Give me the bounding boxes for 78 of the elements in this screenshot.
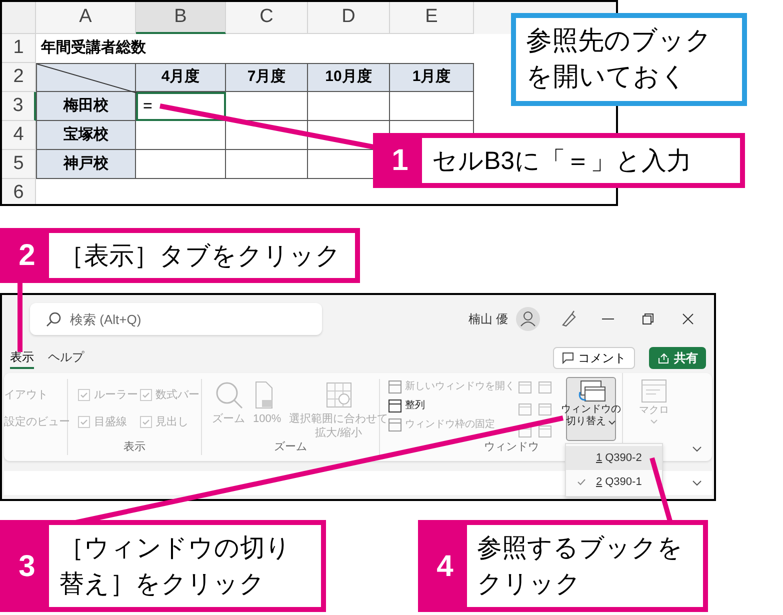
button-label: ズーム [212, 412, 245, 426]
caret-icon [608, 418, 616, 426]
window-icon [388, 398, 402, 412]
group-label: ウィンドウ [484, 440, 539, 454]
column-heading: 10月度 [308, 63, 390, 92]
window-icon [518, 381, 532, 394]
group-label: ズーム [273, 440, 308, 454]
user-name: 楠山 優 [468, 311, 508, 328]
share-button[interactable]: 共有 [649, 347, 706, 369]
row-number[interactable]: 6 [2, 179, 36, 204]
share-icon [657, 352, 670, 364]
close-icon [682, 313, 694, 325]
caret-icon [692, 479, 702, 487]
note-text: 参照先のブックを開いておく [526, 24, 713, 93]
window-icon [538, 381, 552, 394]
step-text: ［表示］タブをクリック [59, 240, 341, 272]
window-icon [538, 425, 552, 438]
comment-icon [562, 352, 574, 364]
active-cell[interactable]: = [136, 92, 226, 121]
button-label: 100% [253, 412, 282, 426]
row-number[interactable]: 3 [2, 92, 36, 121]
minimize-icon [602, 318, 614, 320]
column-header[interactable]: B [136, 2, 226, 34]
table-cell[interactable] [136, 121, 226, 150]
ribbon-tab[interactable]: ヘルプ [48, 347, 84, 369]
step-number: 4 [436, 548, 454, 584]
column-heading: 4月度 [136, 63, 226, 92]
ribbon-tab[interactable]: 表示 [10, 347, 34, 369]
window-icon [538, 403, 552, 416]
pen-icon [560, 310, 578, 328]
step-number: 2 [18, 238, 36, 274]
table-cell[interactable] [308, 92, 390, 121]
row-heading: 神戸校 [36, 150, 136, 179]
window-icon [518, 403, 532, 416]
step-text: 参照するブックをクリック [477, 533, 684, 600]
window-command[interactable]: 整列 [388, 396, 512, 415]
macro-icon [641, 379, 667, 403]
table-cell[interactable] [136, 150, 226, 179]
row-number[interactable]: 1 [2, 34, 36, 63]
avatar-icon [516, 307, 540, 331]
column-header[interactable]: A [36, 2, 136, 34]
restore-icon [642, 313, 654, 325]
step-number: 3 [18, 548, 36, 584]
table-cell[interactable] [226, 121, 308, 150]
caret-icon [650, 418, 658, 425]
column-heading: 1月度 [390, 63, 474, 92]
window-icon [518, 425, 532, 438]
table-title: 年間受講者総数 [40, 38, 147, 58]
group-label: 表示 [122, 440, 146, 454]
button-label: マクロ [639, 404, 669, 418]
row-number[interactable]: 5 [2, 150, 36, 179]
button-label: 切り替え [566, 416, 616, 428]
table-cell[interactable] [226, 150, 308, 179]
step-text: ［ウィンドウの切り替え］をクリック [59, 533, 292, 600]
menu-item[interactable]: 1 Q390-2 [566, 446, 662, 470]
collapse-icon [692, 445, 702, 453]
table-cell[interactable] [390, 92, 474, 121]
column-header[interactable]: C [226, 2, 308, 34]
step-text: セルB3に「＝」と入力 [432, 146, 692, 176]
menu-item[interactable]: 2 Q390-1 [566, 470, 662, 494]
comment-button[interactable]: コメント [553, 347, 635, 369]
row-heading: 梅田校 [36, 92, 136, 121]
search-field[interactable]: 検索 (Alt+Q) [30, 303, 322, 335]
column-heading: 7月度 [226, 63, 308, 92]
column-header[interactable]: E [390, 2, 474, 34]
row-number[interactable]: 2 [2, 63, 36, 92]
button-label: 拡大/縮小 [315, 426, 362, 440]
search-icon [46, 312, 61, 327]
button-label: ウィンドウの [561, 404, 621, 416]
magnifier-icon [214, 381, 242, 409]
window-icon [388, 380, 402, 394]
grid-zoom-icon [324, 381, 353, 409]
step-number: 1 [390, 143, 410, 179]
row-number[interactable]: 4 [2, 121, 36, 150]
row-heading: 宝塚校 [36, 121, 136, 150]
button-label: 選択範囲に合わせて [289, 412, 388, 426]
column-header[interactable]: D [308, 2, 390, 34]
window-icon [388, 418, 402, 432]
